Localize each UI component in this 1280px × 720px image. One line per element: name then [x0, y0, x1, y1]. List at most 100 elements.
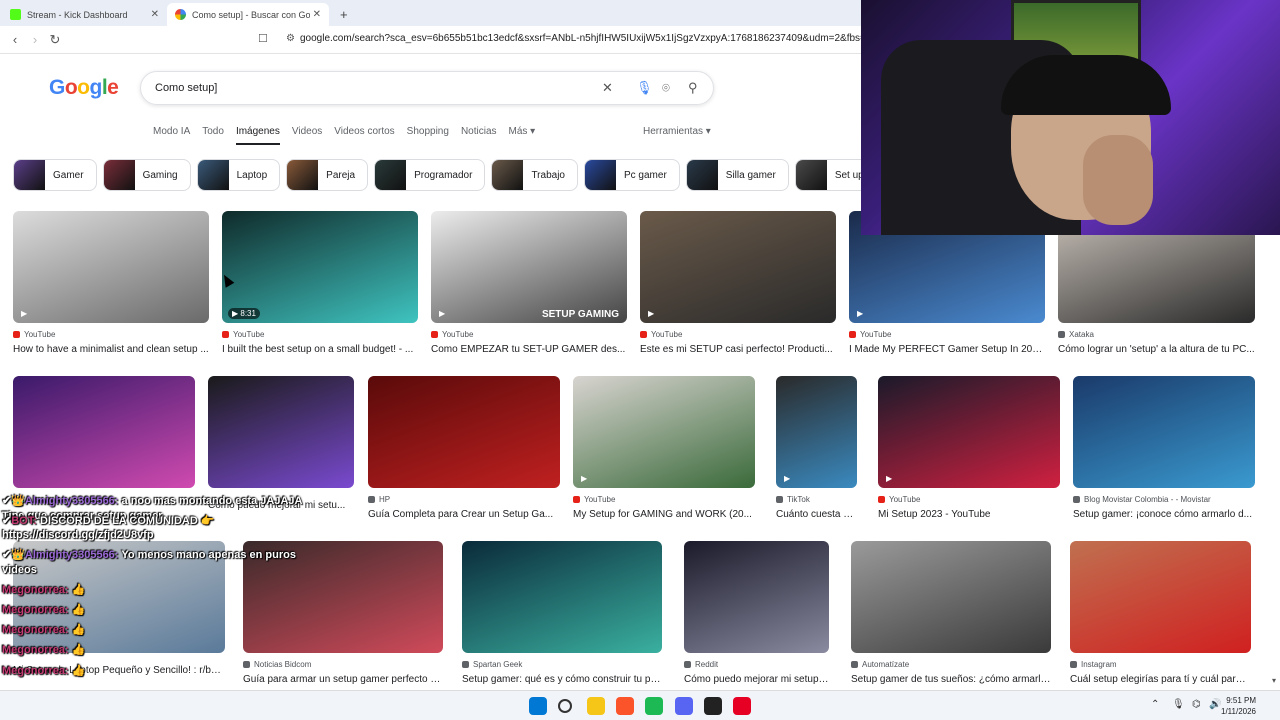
image-result[interactable]: ▶ TikTok Cuánto cuesta mi ...: [776, 376, 857, 520]
result-thumbnail[interactable]: ▶: [13, 211, 209, 323]
image-result[interactable]: HP Guía Completa para Crear un Setup Ga..…: [368, 376, 560, 520]
result-source[interactable]: Reddit: [684, 660, 829, 669]
close-icon[interactable]: ✕: [313, 9, 321, 20]
tab-shopping[interactable]: Shopping: [407, 126, 449, 145]
bookmark-icon[interactable]: ☐: [258, 32, 268, 45]
start-icon[interactable]: [529, 697, 547, 715]
result-source[interactable]: YouTube: [640, 330, 836, 339]
forward-icon[interactable]: ›: [25, 32, 45, 47]
back-icon[interactable]: ‹: [5, 32, 25, 47]
result-source[interactable]: Noticias Bidcom: [243, 660, 443, 669]
system-clock[interactable]: 9:51 PM 1/11/2026: [1221, 695, 1256, 717]
microphone-icon[interactable]: 🎙: [636, 80, 653, 96]
discord-icon[interactable]: [675, 697, 693, 715]
chip-pc-gamer[interactable]: Pc gamer: [583, 159, 680, 191]
tab-noticias[interactable]: Noticias: [461, 126, 497, 145]
scroll-down-icon[interactable]: ▾: [1272, 676, 1276, 685]
result-title[interactable]: Cómo puedo mejorar mi setup g...: [684, 674, 829, 685]
result-title[interactable]: Guía Completa para Crear un Setup Ga...: [368, 509, 560, 520]
obs-icon[interactable]: [704, 697, 722, 715]
image-result[interactable]: Blog Movistar Colombia - - Movistar Setup…: [1073, 376, 1255, 520]
clear-icon[interactable]: ✕: [602, 80, 613, 96]
tools-button[interactable]: Herramientas ▾: [643, 126, 711, 137]
result-thumbnail[interactable]: ▶ SETUP GAMING: [431, 211, 627, 323]
search-box[interactable]: Como setup] ✕ 🎙 ⌾ ⚲: [140, 71, 714, 105]
tab-google-search[interactable]: Como setup] - Buscar con Goog ✕: [167, 3, 329, 26]
result-title[interactable]: My Setup for GAMING and WORK (20...: [573, 509, 755, 520]
result-title[interactable]: Setup gamer: qué es y cómo construir tu …: [462, 674, 662, 685]
image-result[interactable]: Instagram Cuál setup elegirías para tí y …: [1070, 541, 1251, 685]
result-title[interactable]: Mi Setup 2023 - YouTube: [878, 509, 1060, 520]
result-thumbnail[interactable]: ▶ 8:31: [222, 211, 418, 323]
image-result[interactable]: ▶ SETUP GAMING YouTube Como EMPEZAR tu SET-…: [431, 211, 627, 355]
tab-videos[interactable]: Videos: [292, 126, 322, 145]
result-thumbnail[interactable]: ▶: [573, 376, 755, 488]
tab-mas[interactable]: Más ▾: [509, 126, 536, 145]
result-title[interactable]: I Made My PERFECT Gamer Setup In 202...: [849, 344, 1045, 355]
close-icon[interactable]: ✕: [151, 9, 159, 20]
image-result[interactable]: [13, 376, 195, 500]
tab-modo-ia[interactable]: Modo IA: [153, 126, 190, 145]
image-result[interactable]: Reddit Cómo puedo mejorar mi setup g...: [684, 541, 829, 685]
tab-videos-cortos[interactable]: Videos cortos: [334, 126, 394, 145]
result-title[interactable]: Como EMPEZAR tu SET-UP GAMER des...: [431, 344, 627, 355]
chip-trabajo[interactable]: Trabajo: [491, 159, 578, 191]
lens-icon[interactable]: ⌾: [662, 80, 670, 96]
result-source[interactable]: YouTube: [431, 330, 627, 339]
result-title[interactable]: Setup gamer: ¡conoce cómo armarlo d...: [1073, 509, 1255, 520]
result-source[interactable]: Automatízate: [851, 660, 1051, 669]
file-explorer-icon[interactable]: [587, 697, 605, 715]
chip-gamer[interactable]: Gamer: [13, 159, 97, 191]
result-title[interactable]: Setup gamer de tus sueños: ¿cómo armarlo…: [851, 674, 1051, 685]
image-result[interactable]: ▶ YouTube Mi Setup 2023 - YouTube: [878, 376, 1060, 520]
result-thumbnail[interactable]: [462, 541, 662, 653]
brave-icon[interactable]: [616, 697, 634, 715]
result-source[interactable]: HP: [368, 495, 560, 504]
chip-gaming[interactable]: Gaming: [102, 159, 191, 191]
tab-todo[interactable]: Todo: [202, 126, 224, 145]
tab-imagenes[interactable]: Imágenes: [235, 126, 280, 145]
result-title[interactable]: Guía para armar un setup gamer perfecto …: [243, 674, 443, 685]
search-icon[interactable]: [558, 699, 572, 713]
chip-programador[interactable]: Programador: [374, 159, 486, 191]
network-icon[interactable]: ⌬: [1192, 699, 1201, 710]
result-title[interactable]: Este es mi SETUP casi perfecto! Producti…: [640, 344, 836, 355]
search-input[interactable]: Como setup]: [155, 82, 217, 94]
site-info-icon[interactable]: ⚙: [286, 33, 295, 44]
url-field[interactable]: google.com/search?sca_esv=6b655b51bc13ed…: [300, 33, 901, 44]
result-thumbnail[interactable]: [13, 376, 195, 488]
result-title[interactable]: Cómo lograr un 'setup' a la altura de tu…: [1058, 344, 1255, 355]
result-source[interactable]: Instagram: [1070, 660, 1251, 669]
result-source[interactable]: YouTube: [222, 330, 418, 339]
image-result[interactable]: Spartan Geek Setup gamer: qué es y cómo c…: [462, 541, 662, 685]
result-source[interactable]: YouTube: [573, 495, 755, 504]
volume-icon[interactable]: 🔊: [1209, 699, 1221, 710]
google-logo[interactable]: Google: [49, 76, 119, 100]
result-source[interactable]: YouTube: [13, 330, 209, 339]
result-source[interactable]: YouTube: [849, 330, 1045, 339]
result-thumbnail[interactable]: [368, 376, 560, 488]
new-tab-button[interactable]: +: [332, 3, 352, 26]
result-thumbnail[interactable]: [684, 541, 829, 653]
result-source[interactable]: Blog Movistar Colombia - - Movistar: [1073, 495, 1255, 504]
image-result[interactable]: ▶ YouTube Este es mi SETUP casi perfecto! …: [640, 211, 836, 355]
result-thumbnail[interactable]: [1070, 541, 1251, 653]
result-title[interactable]: Cuál setup elegirías para tí y cuál para…: [1070, 674, 1251, 685]
result-source[interactable]: TikTok: [776, 495, 857, 504]
image-result[interactable]: ▶ YouTube My Setup for GAMING and WORK (20…: [573, 376, 755, 520]
chip-silla-gamer[interactable]: Silla gamer: [685, 159, 789, 191]
search-icon[interactable]: ⚲: [688, 80, 698, 96]
chip-pareja[interactable]: Pareja: [286, 159, 369, 191]
tray-chevron-icon[interactable]: ⌃: [1151, 699, 1159, 710]
result-source[interactable]: Xataka: [1058, 330, 1255, 339]
tiktok-icon[interactable]: [733, 697, 751, 715]
result-title[interactable]: I built the best setup on a small budget…: [222, 344, 418, 355]
result-title[interactable]: Cuánto cuesta mi ...: [776, 509, 857, 520]
image-result[interactable]: Noticias Bidcom Guía para armar un setup …: [243, 541, 443, 685]
result-thumbnail[interactable]: [851, 541, 1051, 653]
result-thumbnail[interactable]: ▶: [776, 376, 857, 488]
result-source[interactable]: Spartan Geek: [462, 660, 662, 669]
result-thumbnail[interactable]: ▶: [878, 376, 1060, 488]
reload-icon[interactable]: ↻: [45, 32, 65, 48]
image-result[interactable]: ▶ YouTube How to have a minimalist and cle…: [13, 211, 209, 355]
